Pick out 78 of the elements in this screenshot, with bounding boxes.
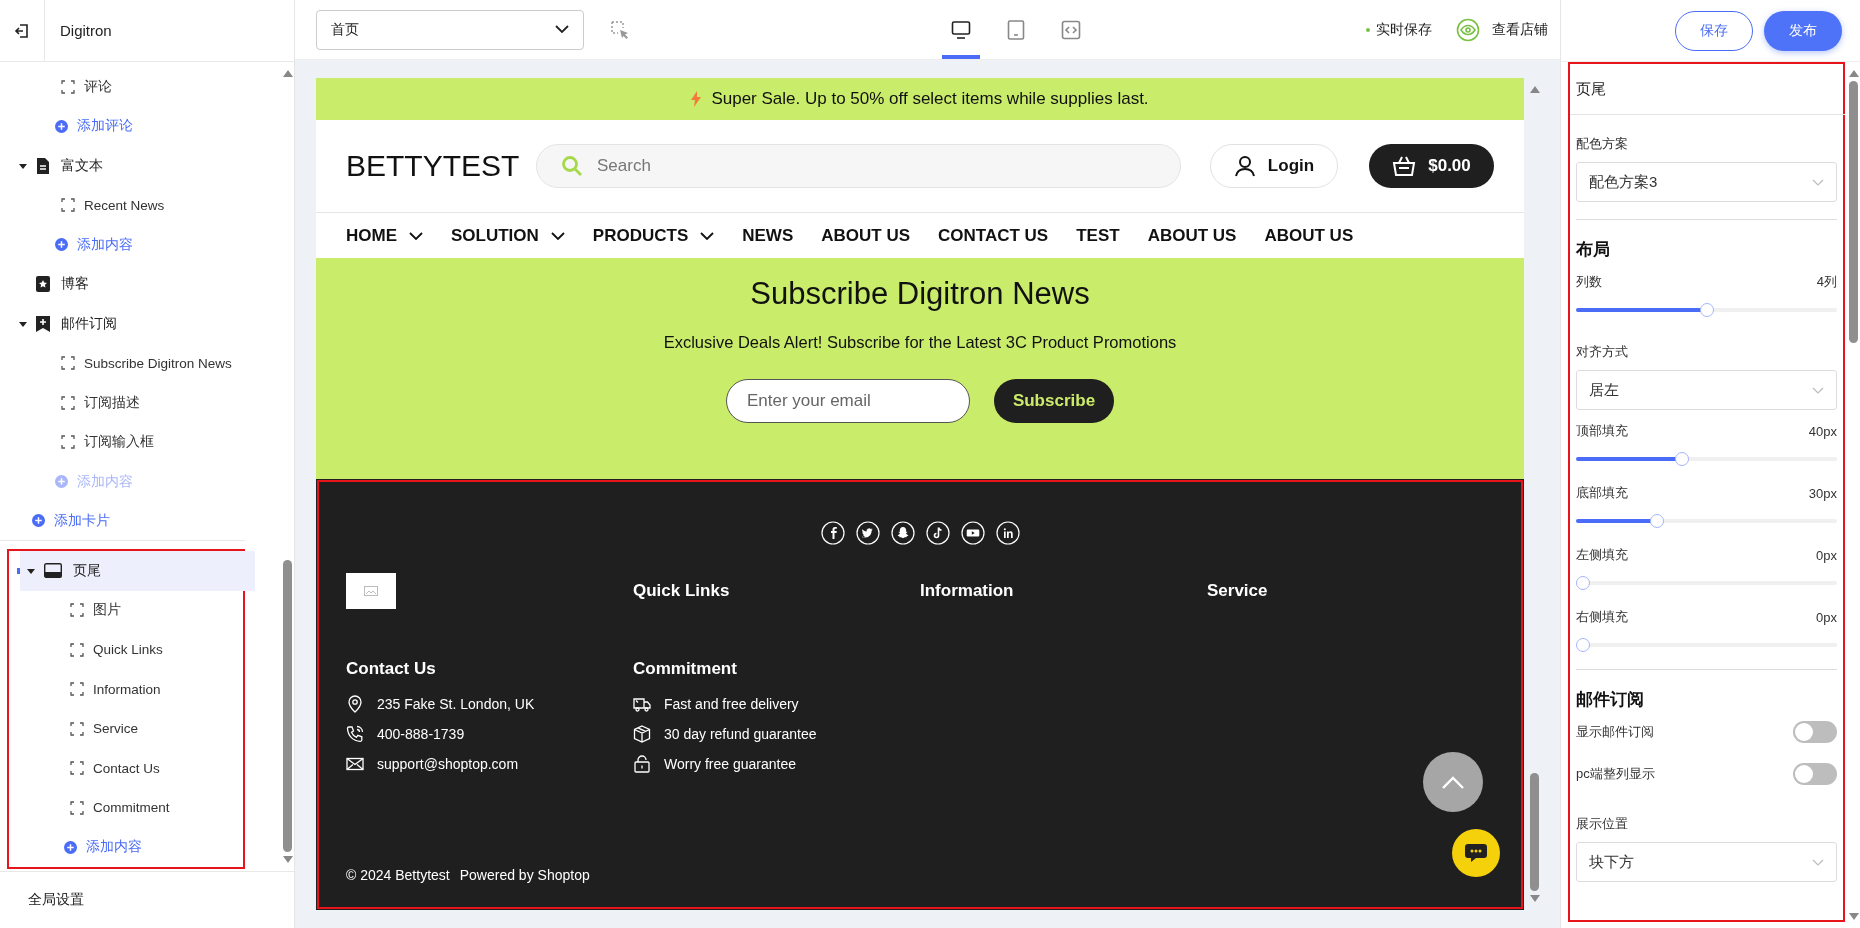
footer-column-heading: Information xyxy=(920,581,1015,601)
footer-contact-text: 30 day refund guarantee xyxy=(664,726,817,742)
nav-link[interactable]: TEST xyxy=(1076,225,1120,246)
publish-button[interactable]: 发布 xyxy=(1764,10,1842,51)
section-heading: 布局 xyxy=(1576,219,1837,261)
nav-link[interactable]: ABOUT US xyxy=(1264,225,1354,246)
save-button[interactable]: 保存 xyxy=(1675,10,1753,51)
view-store-button[interactable]: 查看店铺 xyxy=(1456,17,1548,42)
add-link[interactable]: 添加卡片 xyxy=(0,501,245,541)
dropdown-select[interactable]: 块下方 xyxy=(1576,842,1837,882)
add-link[interactable]: 添加评论 xyxy=(0,106,281,146)
tree-item[interactable]: Contact Us xyxy=(9,748,243,788)
nav-link[interactable]: PRODUCTS xyxy=(592,225,715,246)
nav-link[interactable]: SOLUTION xyxy=(451,225,565,246)
field-label: 配色方案 xyxy=(1576,135,1629,153)
subscribe-description: Exclusive Deals Alert! Subscribe for the Latest 3C Product Promotions xyxy=(663,333,1177,352)
footer-column-heading: Commitment xyxy=(633,659,738,679)
slider-value: 4列 xyxy=(1816,273,1837,291)
tree-item[interactable]: Quick Links xyxy=(9,630,243,670)
panel-title: 页尾 xyxy=(1570,64,1845,115)
slider-value: 30px xyxy=(1808,485,1837,501)
field-label: 右侧填充 xyxy=(1576,608,1628,626)
tree-section-item[interactable]: 页尾 xyxy=(20,551,255,591)
tree-item[interactable]: Service xyxy=(9,709,243,749)
powered-by-link[interactable]: Powered by Shoptop xyxy=(459,867,590,883)
footer-contact-text: Worry free guarantee xyxy=(664,756,797,772)
tree-item[interactable]: Commitment xyxy=(9,788,243,828)
cart-button[interactable]: $0.00 xyxy=(1369,144,1494,188)
store-logo[interactable]: BETTYTEST xyxy=(346,149,536,183)
field-label: 显示邮件订阅 xyxy=(1576,723,1654,741)
tree-section-item[interactable]: 富文本 xyxy=(0,146,281,186)
page-select[interactable]: 首页 xyxy=(316,9,584,50)
nav-link[interactable]: NEWS xyxy=(742,225,794,246)
nav-link[interactable]: ABOUT US xyxy=(1147,225,1237,246)
field-label: pc端整列显示 xyxy=(1576,765,1655,783)
dropdown-select[interactable]: 居左 xyxy=(1576,370,1837,410)
tree-section-item[interactable]: 邮件订阅 xyxy=(0,304,281,344)
tree-item[interactable]: 订阅描述 xyxy=(0,383,281,423)
footer-contact-text: 400-888-1739 xyxy=(377,726,465,742)
field-label: 底部填充 xyxy=(1576,484,1628,502)
nav-link[interactable]: ABOUT US xyxy=(821,225,911,246)
footer-column-heading: Contact Us xyxy=(346,659,437,679)
footer-contact-text: Fast and free delivery xyxy=(664,696,799,712)
slider-value: 40px xyxy=(1808,423,1837,439)
copyright-text: © 2024 Bettytest xyxy=(346,867,450,883)
section-heading: 邮件订阅 xyxy=(1576,669,1837,711)
field-label: 左侧填充 xyxy=(1576,546,1628,564)
announcement-text: Super Sale. Up to 50% off select items while supplies last. xyxy=(711,89,1149,109)
add-link[interactable]: 添加内容 xyxy=(9,827,243,867)
slider-value: 0px xyxy=(1816,547,1837,563)
tree-item[interactable]: Recent News xyxy=(0,185,281,225)
field-label: 对齐方式 xyxy=(1576,343,1629,361)
login-button[interactable]: Login xyxy=(1210,144,1338,188)
tree-item[interactable]: Subscribe Digitron News xyxy=(0,343,281,383)
tree-item[interactable]: 图片 xyxy=(9,590,243,630)
footer-contact-text: support@shoptop.com xyxy=(377,756,519,772)
global-settings-link[interactable]: 全局设置 xyxy=(28,891,84,909)
autosave-status: 实时保存 xyxy=(1366,20,1432,39)
tree-section-item[interactable]: 博客 xyxy=(0,264,281,304)
footer-column-heading: Quick Links xyxy=(633,581,731,601)
subscribe-button[interactable]: Subscribe xyxy=(994,379,1114,423)
email-input[interactable]: Enter your email xyxy=(726,379,970,423)
nav-link[interactable]: HOME xyxy=(346,225,423,246)
nav-link[interactable]: CONTACT US xyxy=(938,225,1049,246)
field-label: 展示位置 xyxy=(1576,815,1629,833)
field-label: 列数 xyxy=(1576,273,1602,291)
tree-item[interactable]: 评论 xyxy=(0,67,281,107)
add-link[interactable]: 添加内容 xyxy=(0,225,281,265)
footer-contact-text: 235 Fake St. London, UK xyxy=(377,696,535,712)
dropdown-select[interactable]: 配色方案3 xyxy=(1576,162,1837,202)
slider-value: 0px xyxy=(1816,609,1837,625)
search-field[interactable]: Search xyxy=(536,144,1181,188)
tree-item[interactable]: Information xyxy=(9,669,243,709)
app-title: Digitron xyxy=(60,22,112,39)
footer-column-heading: Service xyxy=(1207,581,1269,601)
tree-item[interactable]: 订阅输入框 xyxy=(0,422,281,462)
field-label: 顶部填充 xyxy=(1576,422,1628,440)
subscribe-title: Subscribe Digitron News xyxy=(750,276,1090,312)
